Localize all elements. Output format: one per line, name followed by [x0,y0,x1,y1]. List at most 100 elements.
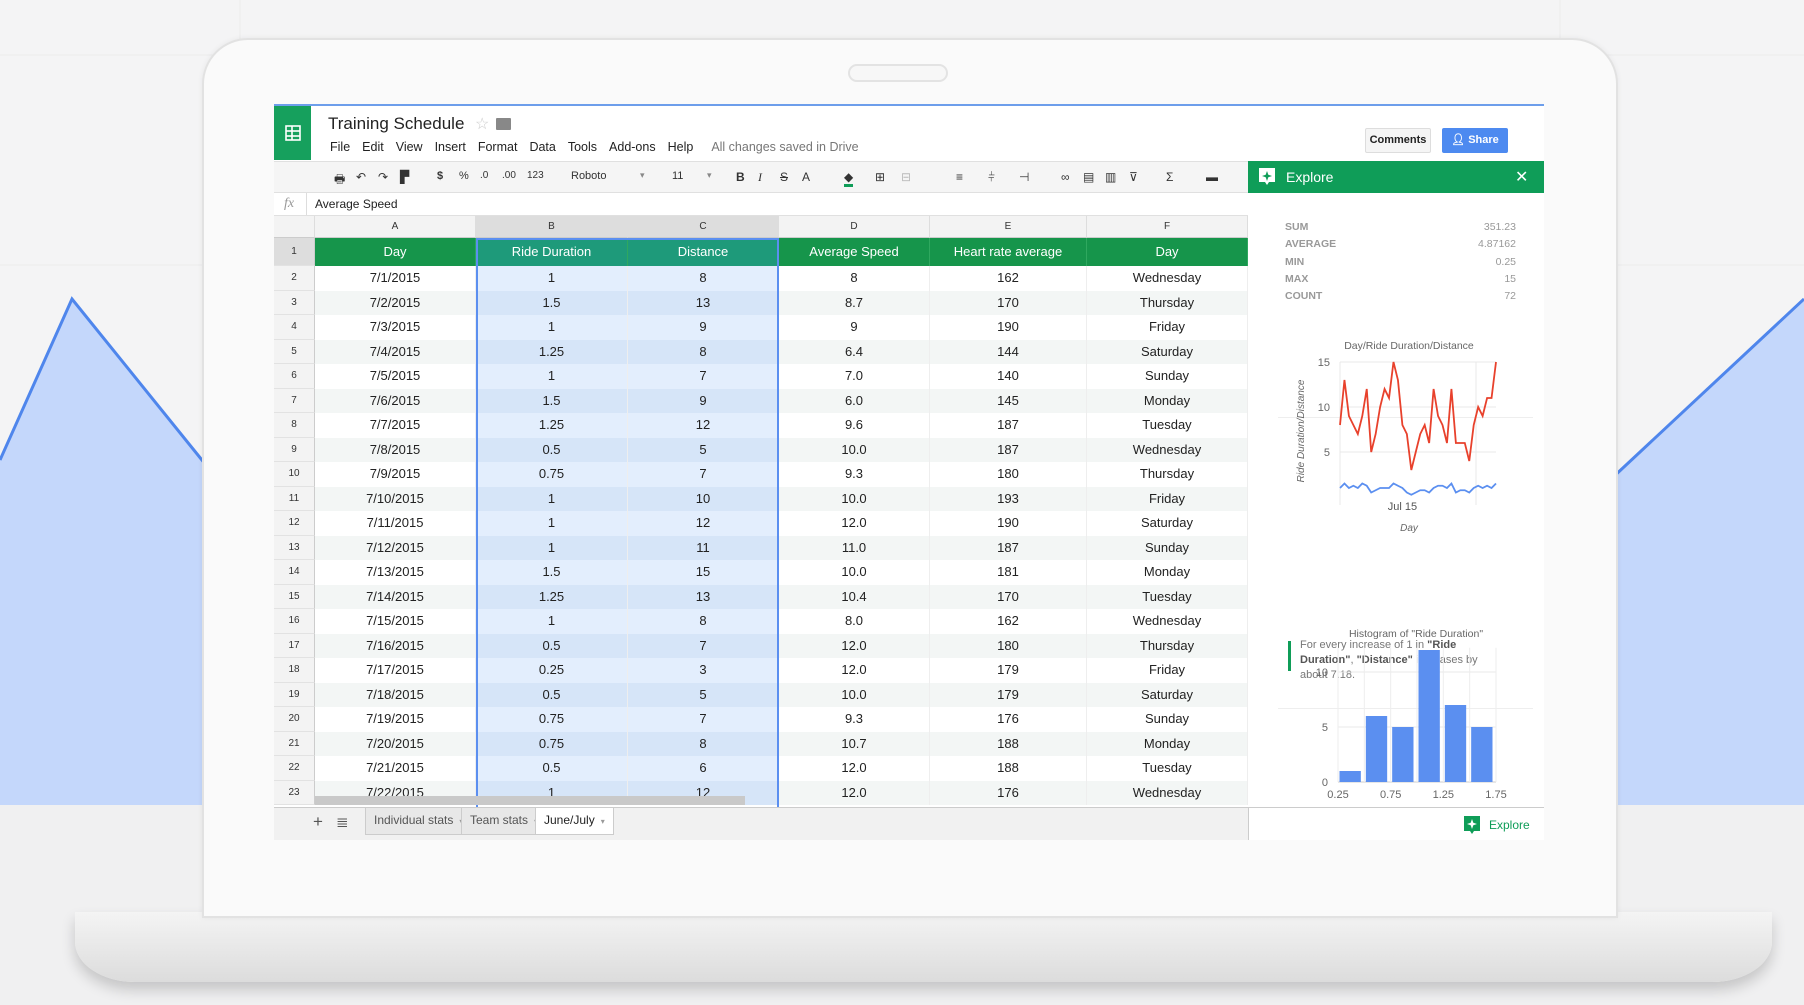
row-number[interactable]: 9 [274,437,315,462]
table-cell[interactable]: 6.4 [779,339,930,364]
table-cell[interactable]: 9 [628,388,779,413]
text-wrap-icon[interactable]: ⊣ [1019,170,1029,184]
table-cell[interactable]: 8 [628,609,779,634]
table-cell[interactable]: 1 [476,486,628,511]
menu-data[interactable]: Data [529,140,555,154]
table-cell[interactable]: Saturday [1087,682,1248,707]
table-cell[interactable]: Thursday [1087,290,1248,315]
chevron-down-icon[interactable]: ▾ [707,170,712,181]
header-cell[interactable]: Average Speed [779,238,930,266]
table-cell[interactable]: 0.5 [476,437,628,462]
table-cell[interactable]: 0.5 [476,682,628,707]
table-cell[interactable]: 1 [476,266,628,291]
folder-icon[interactable] [496,118,511,130]
table-cell[interactable]: 7/6/2015 [315,388,476,413]
undo-icon[interactable]: ↶ [356,170,366,184]
row-number[interactable]: 8 [274,413,315,438]
input-tools-icon[interactable]: ▬ [1206,170,1218,184]
borders-icon[interactable]: ⊞ [875,170,885,184]
table-cell[interactable]: 6 [628,756,779,781]
table-cell[interactable]: 181 [930,560,1087,585]
table-cell[interactable]: 190 [930,315,1087,340]
star-icon[interactable]: ☆ [475,114,489,134]
table-cell[interactable]: 1.5 [476,290,628,315]
row-number[interactable]: 21 [274,731,315,756]
table-cell[interactable]: 12.0 [779,511,930,536]
table-cell[interactable]: 180 [930,462,1087,487]
table-cell[interactable]: 11 [628,535,779,560]
table-cell[interactable]: 7 [628,633,779,658]
share-button[interactable]: 👤︎ Share [1442,128,1508,153]
table-cell[interactable]: 7/9/2015 [315,462,476,487]
more-formats-button[interactable]: 123 [527,170,544,181]
menu-file[interactable]: File [330,140,350,154]
print-icon[interactable]: 🖶︎ [334,170,345,191]
table-cell[interactable]: 176 [930,707,1087,732]
row-number[interactable]: 17 [274,633,315,658]
row-number[interactable]: 15 [274,584,315,609]
table-cell[interactable]: 12 [628,511,779,536]
table-cell[interactable]: 1.5 [476,560,628,585]
table-cell[interactable]: 7/1/2015 [315,266,476,291]
table-cell[interactable]: 1 [476,364,628,389]
align-horizontal-icon[interactable]: ≡ [956,170,963,184]
table-cell[interactable]: 1.5 [476,388,628,413]
table-cell[interactable]: 10.0 [779,437,930,462]
menu-view[interactable]: View [396,140,423,154]
table-cell[interactable]: 1.25 [476,339,628,364]
table-cell[interactable]: 7/16/2015 [315,633,476,658]
row-number[interactable]: 10 [274,462,315,487]
row-number[interactable]: 13 [274,535,315,560]
explore-button[interactable]: Explore [1464,816,1544,836]
column-header-D[interactable]: D [779,216,930,238]
table-cell[interactable]: 8 [628,731,779,756]
percent-button[interactable]: % [459,170,469,182]
table-cell[interactable]: 0.5 [476,633,628,658]
table-cell[interactable]: 7/19/2015 [315,707,476,732]
row-number[interactable]: 4 [274,315,315,340]
row-number[interactable]: 19 [274,682,315,707]
table-cell[interactable]: 7/7/2015 [315,413,476,438]
table-cell[interactable]: 7 [628,462,779,487]
table-cell[interactable]: 12.0 [779,658,930,683]
table-cell[interactable]: Sunday [1087,535,1248,560]
table-cell[interactable]: 180 [930,633,1087,658]
table-cell[interactable]: 9.3 [779,707,930,732]
table-cell[interactable]: 10.0 [779,560,930,585]
table-cell[interactable]: 8.0 [779,609,930,634]
table-cell[interactable]: 0.75 [476,731,628,756]
table-cell[interactable]: 7/12/2015 [315,535,476,560]
menu-insert[interactable]: Insert [435,140,466,154]
table-cell[interactable]: 7/3/2015 [315,315,476,340]
column-header-A[interactable]: A [315,216,476,238]
table-cell[interactable]: 15 [628,560,779,585]
select-all-corner[interactable] [274,216,315,238]
table-cell[interactable]: 7/20/2015 [315,731,476,756]
row-number[interactable]: 7 [274,388,315,413]
row-number[interactable]: 6 [274,364,315,389]
table-cell[interactable]: Friday [1087,658,1248,683]
horizontal-scrollbar[interactable] [315,796,745,805]
table-cell[interactable]: Friday [1087,486,1248,511]
table-cell[interactable]: 5 [628,437,779,462]
table-cell[interactable]: 7/13/2015 [315,560,476,585]
paint-format-icon[interactable]: ▛ [400,170,409,184]
table-cell[interactable]: Tuesday [1087,413,1248,438]
table-cell[interactable]: 190 [930,511,1087,536]
row-number[interactable]: 5 [274,339,315,364]
table-cell[interactable]: 12.0 [779,633,930,658]
chevron-down-icon[interactable]: ▾ [601,817,605,826]
table-cell[interactable]: 7/10/2015 [315,486,476,511]
table-cell[interactable]: Wednesday [1087,437,1248,462]
table-cell[interactable]: 187 [930,437,1087,462]
table-cell[interactable]: 9.3 [779,462,930,487]
comment-icon[interactable]: ▤ [1083,170,1094,184]
font-select[interactable]: Roboto [571,170,606,182]
column-header-B[interactable]: B [476,216,628,238]
table-cell[interactable]: 7 [628,364,779,389]
decrease-decimal-button[interactable]: .0 [480,170,488,181]
all-sheets-icon[interactable]: ≣ [336,813,349,831]
table-cell[interactable]: 7/15/2015 [315,609,476,634]
text-color-button[interactable]: A [802,170,810,184]
row-number[interactable]: 22 [274,756,315,781]
